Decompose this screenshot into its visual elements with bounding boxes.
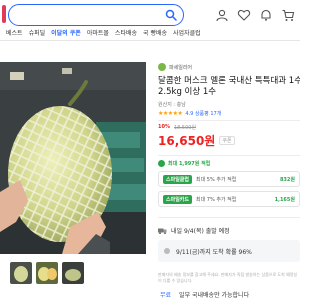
- sale-price: 16,650원: [158, 134, 216, 148]
- thumbnail-1[interactable]: [10, 262, 32, 284]
- original-price: 18,500원: [173, 125, 197, 131]
- search-input[interactable]: [8, 4, 184, 26]
- cart-icon[interactable]: [280, 7, 296, 23]
- category-nav: 베스트 슈퍼딜 이달의 쿠폰 아마트몰 스타배송 국 빵배송 사업자클럽: [0, 28, 300, 40]
- seller-icon: [158, 63, 166, 71]
- seller-row[interactable]: 파세일리어: [158, 62, 300, 72]
- thumbnail-3[interactable]: [62, 262, 84, 284]
- product-info-panel: 파세일리어 달콤한 머스크 멜론 국내산 특특대과 1수 2.5kg 이상 1수…: [158, 62, 300, 300]
- header: 베스트 슈퍼딜 이달의 쿠폰 아마트몰 스타배송 국 빵배송 사업자클럽: [0, 0, 300, 40]
- benefit-amount: 832원: [279, 176, 295, 183]
- product-image[interactable]: [0, 62, 146, 254]
- star-icon: ★★★★★: [158, 110, 183, 117]
- benefit-text: 최대 7% 추가 적립: [196, 196, 237, 203]
- nav-item[interactable]: 국 빵배송: [143, 28, 167, 40]
- shipping-text: 일부 국내배송만 가능합니다: [179, 292, 250, 299]
- divider: [158, 120, 300, 121]
- cashback-icon: [158, 160, 165, 167]
- forecast-icon: [164, 248, 170, 254]
- truck-icon: [158, 228, 167, 234]
- top-icons: [212, 4, 298, 26]
- delivery-row[interactable]: 내일 9/4(목) 출발 예정: [158, 226, 300, 235]
- price-row: 16,650원 쿠폰: [158, 132, 300, 149]
- nav-item[interactable]: 스타배송: [115, 28, 137, 40]
- rating-text[interactable]: 4.9 상품평 17개: [185, 110, 221, 117]
- cashback-row[interactable]: 최대 1,997원 적립: [158, 160, 300, 167]
- benefit-amount: 1,165원: [274, 196, 295, 203]
- nav-item[interactable]: 베스트: [6, 28, 23, 40]
- cashback-label: 최대 1,997원 적립: [168, 161, 211, 167]
- product-title: 달콤한 머스크 멜론 국내산 특특대과 1수 2.5kg 이상 1수: [158, 76, 300, 97]
- bottom-shipping-row: 무료 일부 국내배송만 가능합니다: [160, 290, 249, 299]
- header-divider: [0, 40, 300, 41]
- benefit-chip: 스마일클럽: [163, 174, 193, 184]
- nav-item[interactable]: 사업자클럽: [173, 28, 201, 40]
- bell-icon[interactable]: [258, 7, 274, 23]
- search-icon[interactable]: [165, 9, 177, 21]
- forecast-text: 9/11(금)까지 도착 확률 96%: [176, 248, 252, 256]
- coupon-tag[interactable]: 쿠폰: [219, 136, 235, 145]
- seller-badge: 파세일리어: [169, 64, 193, 71]
- shipping-tag[interactable]: 무료: [160, 290, 171, 299]
- delivery-label: 내일 9/4(목) 출발 예정: [171, 228, 230, 235]
- benefit-row-1[interactable]: 스마일클럽 최대 5% 추가 적립 832원: [158, 171, 300, 187]
- nav-item[interactable]: 슈퍼딜: [29, 28, 46, 40]
- heart-icon[interactable]: [236, 7, 252, 23]
- fine-print: 판매자의 배송 정보를 참고해 주세요. 판매자가 직접 발송하는 상품으로 도…: [158, 272, 298, 283]
- divider: [158, 217, 300, 218]
- rating-row[interactable]: ★★★★★ 4.9 상품평 17개: [158, 110, 300, 117]
- origin-text: 원산지 : 충남: [158, 102, 186, 108]
- benefit-chip: 스마일카드: [163, 194, 193, 204]
- melon-photo: [0, 62, 146, 254]
- logo[interactable]: [2, 5, 6, 23]
- thumbnail-2[interactable]: [36, 262, 58, 284]
- delivery-forecast: 9/11(금)까지 도착 확률 96%: [158, 240, 300, 262]
- divider: [158, 155, 300, 156]
- nav-item[interactable]: 아마트몰: [87, 28, 109, 40]
- thumbnail-list: [10, 262, 90, 284]
- benefit-row-2[interactable]: 스마일카드 최대 7% 추가 적립 1,165원: [158, 191, 300, 207]
- discount-rate: 10%: [158, 124, 170, 130]
- nav-item[interactable]: 이달의 쿠폰: [51, 28, 81, 40]
- benefit-text: 최대 5% 추가 적립: [196, 176, 237, 183]
- discount-row: 10% 18,500원: [158, 124, 300, 131]
- user-icon[interactable]: [214, 7, 230, 23]
